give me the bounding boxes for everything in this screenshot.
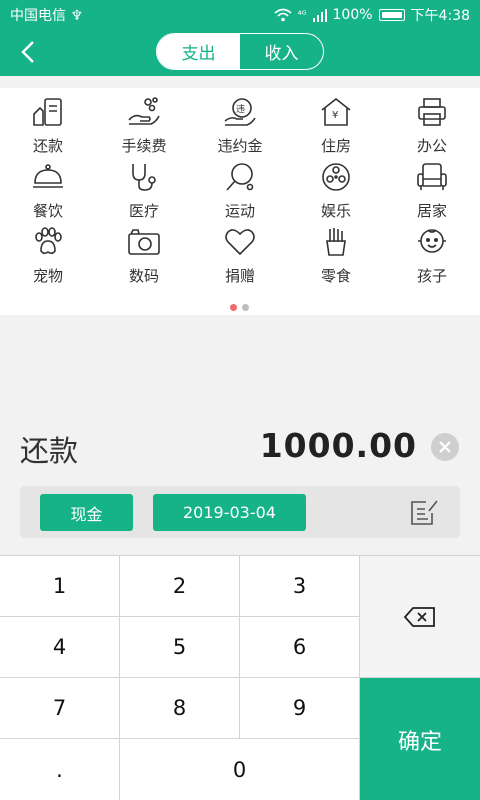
category-donation[interactable]: 捐赠 (192, 224, 288, 289)
category-snacks[interactable]: 零食 (288, 224, 384, 289)
category-label: 违约金 (217, 137, 263, 155)
key-9[interactable]: 9 (240, 678, 360, 739)
amount-row: 还款 1000.00 (0, 420, 480, 474)
amount-display: 1000.00 (259, 426, 417, 465)
header: 支出 收入 (0, 28, 480, 76)
category-repay[interactable]: 还款 (0, 94, 96, 159)
backspace-key[interactable] (360, 556, 480, 678)
network-type: ⁴ᴳ (297, 9, 307, 21)
paw-icon (35, 227, 62, 255)
confirm-button[interactable]: 确定 (360, 678, 480, 800)
svg-text:¥: ¥ (332, 110, 338, 121)
dining-icon (33, 164, 63, 188)
status-bar: 中国电信 ♆ ⁴ᴳ 100% 下午4:38 (0, 0, 480, 28)
film-reel-icon (322, 163, 350, 191)
printer-icon (418, 98, 446, 126)
carrier-label: 中国电信 ♆ (10, 8, 84, 24)
key-4[interactable]: 4 (0, 617, 120, 678)
category-label: 居家 (416, 202, 447, 220)
category-pets[interactable]: 宠物 (0, 224, 96, 289)
key-7[interactable]: 7 (0, 678, 120, 739)
camera-icon (128, 229, 160, 255)
key-2[interactable]: 2 (120, 556, 240, 617)
category-office[interactable]: 办公 (384, 94, 480, 159)
keypad: 1 2 3 4 5 6 7 8 9 确定 . 0 (0, 555, 480, 800)
category-dining[interactable]: 餐饮 (0, 159, 96, 224)
key-1[interactable]: 1 (0, 556, 120, 617)
wifi-icon (274, 8, 292, 22)
battery-percent: 100% (332, 7, 373, 23)
key-0[interactable]: 0 (120, 739, 360, 800)
key-5[interactable]: 5 (120, 617, 240, 678)
category-label: 孩子 (416, 267, 447, 285)
category-label: 餐饮 (32, 202, 63, 220)
backspace-icon (403, 606, 435, 627)
repay-icon (33, 98, 62, 126)
category-label: 办公 (416, 137, 447, 155)
housing-icon: ¥ (321, 97, 351, 126)
category-entertainment[interactable]: 娱乐 (288, 159, 384, 224)
key-6[interactable]: 6 (240, 617, 360, 678)
category-label: 还款 (32, 137, 63, 155)
edit-note-icon[interactable] (408, 496, 440, 528)
battery-icon (378, 9, 405, 21)
page-dot-1[interactable] (230, 304, 237, 311)
category-grid: 还款 手续费 违 违约金 ¥ 住房 办公 餐饮 医疗 运动 娱乐 居家 宠物 数… (0, 94, 480, 289)
category-label: 零食 (320, 267, 351, 285)
baby-icon (418, 229, 446, 253)
key-8[interactable]: 8 (120, 678, 240, 739)
key-dot[interactable]: . (0, 739, 120, 800)
category-sports[interactable]: 运动 (192, 159, 288, 224)
category-home[interactable]: 居家 (384, 159, 480, 224)
page-dot-2[interactable] (242, 304, 249, 311)
status-indicators: ⁴ᴳ 100% 下午4:38 (274, 5, 470, 25)
category-label: 数码 (128, 267, 159, 285)
category-fee[interactable]: 手续费 (96, 94, 192, 159)
category-medical[interactable]: 医疗 (96, 159, 192, 224)
category-label: 捐赠 (224, 267, 255, 285)
tab-income[interactable]: 收入 (240, 34, 323, 69)
category-kids[interactable]: 孩子 (384, 224, 480, 289)
clear-icon[interactable] (430, 432, 460, 462)
svg-text:违: 违 (236, 104, 245, 115)
date-button[interactable]: 2019-03-04 (153, 494, 306, 531)
page-indicator (230, 304, 249, 311)
signal-icon (312, 8, 327, 22)
category-penalty[interactable]: 违 违约金 (192, 94, 288, 159)
meta-row: 现金 2019-03-04 (20, 486, 460, 538)
stethoscope-icon (132, 164, 156, 191)
category-digital[interactable]: 数码 (96, 224, 192, 289)
category-label: 娱乐 (320, 202, 351, 220)
back-arrow-icon[interactable] (14, 36, 46, 68)
fries-icon (326, 228, 346, 256)
category-label: 手续费 (121, 137, 167, 155)
clock: 下午4:38 (410, 8, 470, 24)
tab-expense[interactable]: 支出 (157, 34, 240, 69)
selected-category: 还款 (20, 434, 79, 468)
category-label: 运动 (224, 202, 255, 220)
ping-pong-icon (226, 163, 254, 191)
heart-icon (225, 229, 255, 256)
category-housing[interactable]: ¥ 住房 (288, 94, 384, 159)
category-panel: 还款 手续费 违 违约金 ¥ 住房 办公 餐饮 医疗 运动 娱乐 居家 宠物 数… (0, 88, 480, 315)
category-label: 宠物 (32, 267, 63, 285)
account-button[interactable]: 现金 (40, 494, 133, 531)
penalty-icon: 违 (224, 98, 256, 126)
fee-icon (128, 97, 160, 125)
type-switch: 支出 收入 (156, 33, 324, 70)
key-3[interactable]: 3 (240, 556, 360, 617)
category-label: 医疗 (128, 202, 159, 220)
armchair-icon (417, 163, 447, 190)
category-label: 住房 (320, 137, 351, 155)
